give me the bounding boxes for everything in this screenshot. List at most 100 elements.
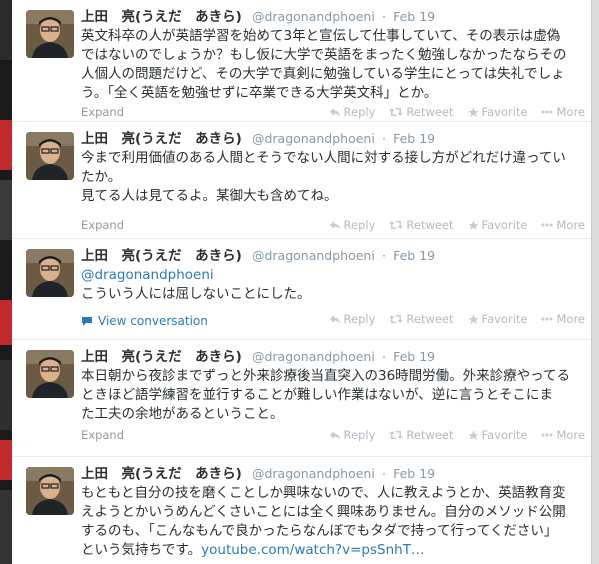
retweet-label: Retweet bbox=[406, 105, 454, 119]
star-icon bbox=[468, 107, 479, 117]
tweet-text-line: もともと自分の技を磨くことしか興味ないので、人に教えようとか、英語教育変 bbox=[81, 485, 566, 501]
username[interactable]: @dragonandphoeni bbox=[252, 9, 375, 24]
avatar[interactable] bbox=[26, 467, 74, 515]
reply-label: Reply bbox=[343, 218, 376, 232]
username[interactable]: @dragonandphoeni bbox=[252, 466, 375, 481]
reply-label: Reply bbox=[343, 312, 376, 326]
more-button[interactable]: More bbox=[541, 428, 585, 442]
favorite-button[interactable]: Favorite bbox=[468, 218, 527, 232]
retweet-label: Retweet bbox=[406, 312, 454, 326]
tweet[interactable]: 上田 亮(うえだ あきら) @dragonandphoeni · Feb 19 … bbox=[12, 457, 591, 564]
tweet-text: もともと自分の技を磨くことしか興味ないので、人に教えようとか、英語教育変 えよう… bbox=[81, 484, 581, 560]
timestamp[interactable]: Feb 19 bbox=[393, 349, 435, 364]
avatar[interactable] bbox=[26, 350, 74, 398]
tweet-text-line: という気持ちです。youtube.com/watch?v=psSnhT… bbox=[81, 541, 581, 560]
tweet-header: 上田 亮(うえだ あきら) @dragonandphoeni · Feb 19 bbox=[81, 247, 435, 265]
more-button[interactable]: More bbox=[541, 312, 585, 326]
tweet-timeline: 上田 亮(うえだ あきら) @dragonandphoeni · Feb 19 … bbox=[12, 0, 591, 564]
star-icon bbox=[468, 314, 479, 324]
tweet-text-line: ときほど語学練習を並行することが難しい作業はないが、逆に言うとそこにま bbox=[81, 387, 553, 403]
tweet-actions: Reply Retweet Favorite More bbox=[329, 218, 585, 232]
more-label: More bbox=[556, 105, 585, 119]
avatar[interactable] bbox=[26, 10, 74, 58]
more-button[interactable]: More bbox=[541, 105, 585, 119]
favorite-button[interactable]: Favorite bbox=[468, 105, 528, 119]
fullname[interactable]: 上田 亮(うえだ あきら) bbox=[81, 9, 242, 25]
tweet-header: 上田 亮(うえだ あきら) @dragonandphoeni · Feb 19 bbox=[81, 348, 435, 366]
tweet-actions: Reply Retweet Favorite More bbox=[329, 428, 585, 442]
username[interactable]: @dragonandphoeni bbox=[252, 131, 375, 146]
timestamp[interactable]: Feb 19 bbox=[393, 466, 435, 481]
tweet-text: 英文科卒の人が英語学習を始めて3年と宣伝して仕事していて、その表示は虚偽 ではな… bbox=[81, 27, 581, 103]
timestamp[interactable]: Feb 19 bbox=[393, 9, 435, 24]
avatar-image bbox=[26, 467, 74, 515]
reply-button[interactable]: Reply bbox=[329, 312, 376, 326]
reply-arrow-icon bbox=[329, 315, 340, 324]
expand-link[interactable]: Expand bbox=[81, 218, 124, 232]
tweet[interactable]: 上田 亮(うえだ あきら) @dragonandphoeni · Feb 19 … bbox=[12, 340, 591, 457]
reply-button[interactable]: Reply bbox=[329, 428, 376, 442]
favorite-button[interactable]: Favorite bbox=[468, 428, 528, 442]
fullname[interactable]: 上田 亮(うえだ あきら) bbox=[81, 349, 242, 365]
background-photo-tile bbox=[0, 180, 12, 240]
timestamp[interactable]: Feb 19 bbox=[393, 248, 435, 263]
retweet-button[interactable]: Retweet bbox=[389, 428, 454, 442]
retweet-label: Retweet bbox=[406, 218, 454, 232]
tweet-header: 上田 亮(うえだ あきら) @dragonandphoeni · Feb 19 bbox=[81, 465, 435, 483]
mention-link[interactable]: @dragonandphoeni bbox=[81, 266, 581, 285]
avatar[interactable] bbox=[26, 132, 74, 180]
avatar-image bbox=[26, 249, 74, 297]
expand-link[interactable]: Expand bbox=[81, 105, 124, 119]
background-photo-tile bbox=[0, 0, 12, 60]
avatar-image bbox=[26, 10, 74, 58]
fullname[interactable]: 上田 亮(うえだ あきら) bbox=[81, 248, 242, 264]
youtube-link[interactable]: youtube.com/watch?v=psSnhT… bbox=[201, 542, 424, 558]
tweet-text-line: た工夫の余地があるということ。 bbox=[81, 406, 284, 422]
favorite-label: Favorite bbox=[481, 105, 528, 119]
retweet-button[interactable]: Retweet bbox=[389, 105, 454, 119]
fullname[interactable]: 上田 亮(うえだ あきら) bbox=[81, 466, 242, 482]
fullname[interactable]: 上田 亮(うえだ あきら) bbox=[81, 131, 242, 147]
separator: · bbox=[381, 9, 386, 24]
reply-button[interactable]: Reply bbox=[329, 218, 376, 232]
expand-link[interactable]: Expand bbox=[81, 428, 124, 442]
favorite-label: Favorite bbox=[481, 428, 528, 442]
separator: · bbox=[381, 248, 386, 263]
tweet-actions: Reply Retweet Favorite More bbox=[329, 312, 585, 326]
reply-button[interactable]: Reply bbox=[329, 105, 375, 119]
scrollbar-track[interactable] bbox=[591, 0, 599, 564]
avatar-image bbox=[26, 132, 74, 180]
avatar-image bbox=[26, 350, 74, 398]
reply-arrow-icon bbox=[329, 431, 340, 440]
background-photo-tile bbox=[0, 360, 12, 430]
tweet-text-line: こういう人には屈しないことにした。 bbox=[81, 286, 311, 302]
avatar[interactable] bbox=[26, 249, 74, 297]
reply-arrow-icon bbox=[329, 221, 340, 230]
retweet-button[interactable]: Retweet bbox=[389, 312, 454, 326]
more-button[interactable]: More bbox=[541, 218, 585, 232]
username[interactable]: @dragonandphoeni bbox=[252, 248, 375, 263]
username[interactable]: @dragonandphoeni bbox=[252, 349, 375, 364]
tweet-text-line: えようとかいうめんどくさいことには全く興味ありません。自分のメソッド公開 bbox=[81, 504, 566, 520]
separator: · bbox=[381, 131, 386, 146]
favorite-button[interactable]: Favorite bbox=[468, 312, 527, 326]
ellipsis-icon bbox=[541, 317, 553, 321]
more-label: More bbox=[556, 312, 585, 326]
tweet-text-line: 英文科卒の人が英語学習を始めて3年と宣伝して仕事していて、その表示は虚偽 bbox=[81, 28, 561, 44]
separator: · bbox=[381, 349, 386, 364]
timestamp[interactable]: Feb 19 bbox=[393, 131, 435, 146]
retweet-button[interactable]: Retweet bbox=[389, 218, 454, 232]
view-conversation-link[interactable]: View conversation bbox=[81, 314, 208, 328]
tweet-header: 上田 亮(うえだ あきら) @dragonandphoeni · Feb 19 bbox=[81, 8, 435, 26]
background-red-tile bbox=[0, 300, 12, 345]
tweet[interactable]: 上田 亮(うえだ あきら) @dragonandphoeni · Feb 19 … bbox=[12, 122, 591, 239]
reply-label: Reply bbox=[343, 428, 376, 442]
background-photo-tile bbox=[0, 490, 12, 564]
tweet-text-line: ではないのでしょうか？もし仮に大学で英語をまったく勉強しなかったならその bbox=[81, 47, 567, 63]
tweet-text: 今まで利用価値のある人間とそうでない人間に対する接し方がどれだけ違ってい たか。… bbox=[81, 149, 581, 206]
tweet[interactable]: 上田 亮(うえだ あきら) @dragonandphoeni · Feb 19 … bbox=[12, 0, 591, 122]
more-label: More bbox=[556, 218, 585, 232]
background-red-tile bbox=[0, 120, 12, 170]
tweet[interactable]: 上田 亮(うえだ あきら) @dragonandphoeni · Feb 19 … bbox=[12, 239, 591, 340]
tweet-text-line: たか。 bbox=[81, 169, 122, 185]
